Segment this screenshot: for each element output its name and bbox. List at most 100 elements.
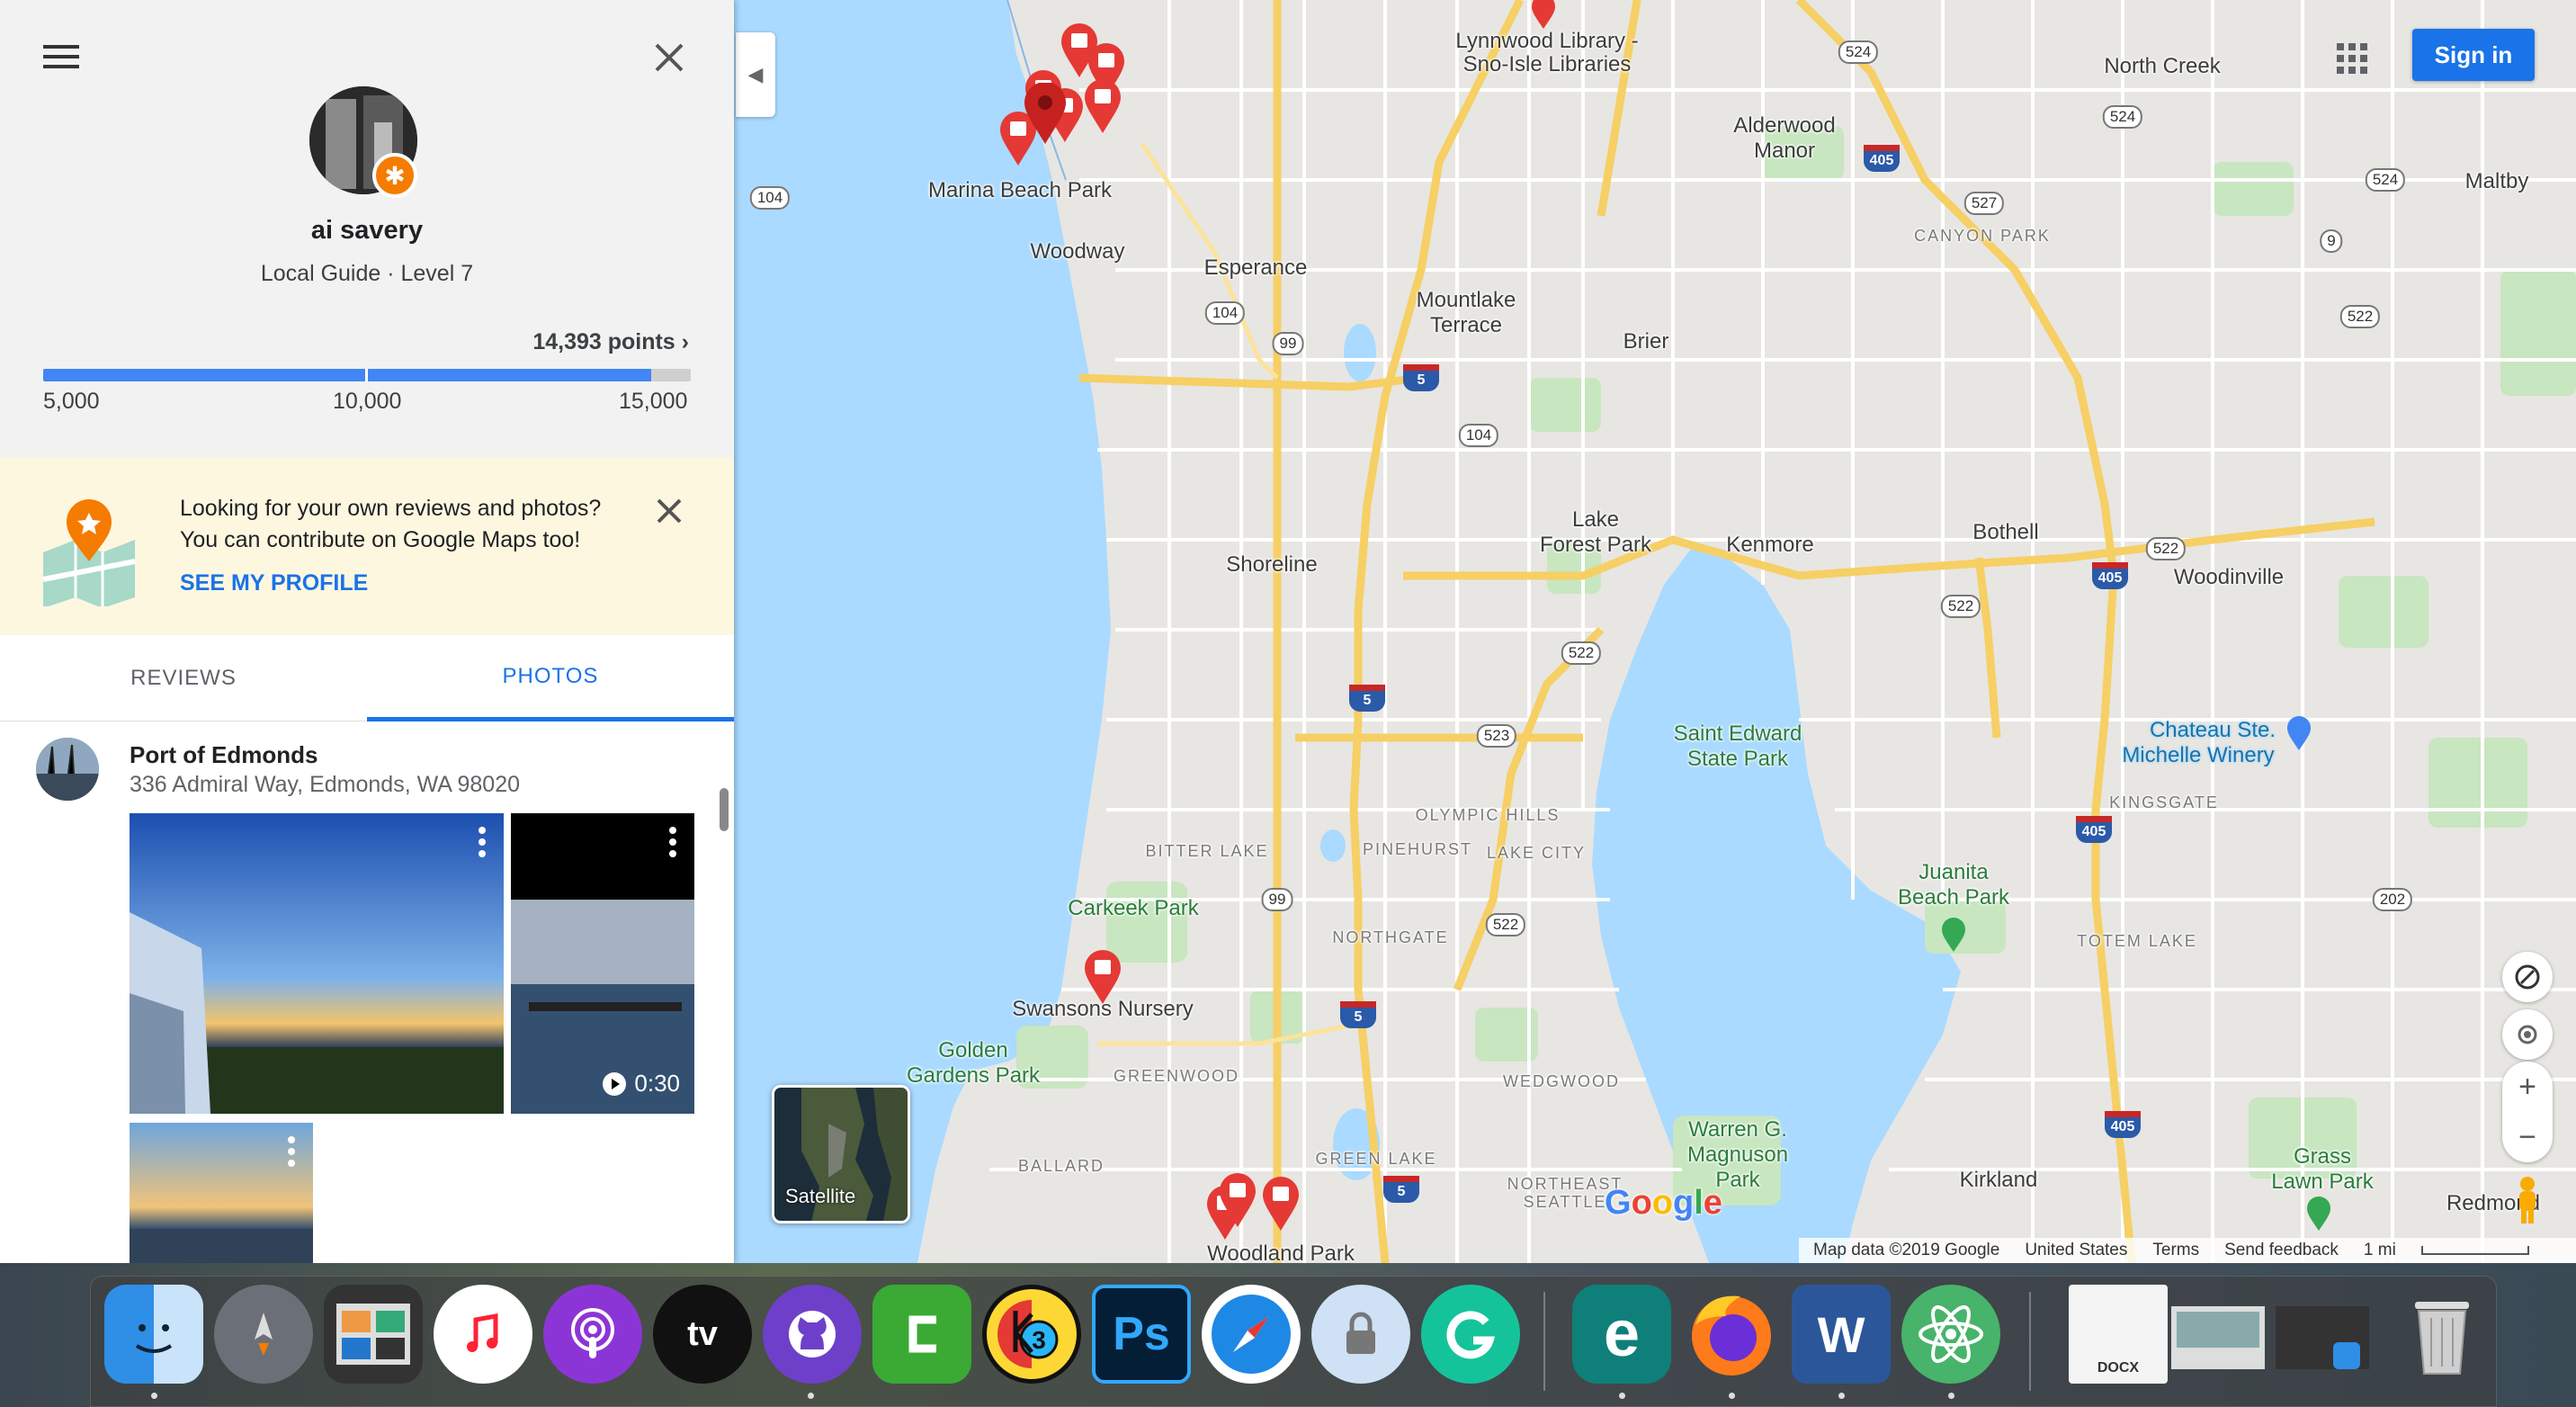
- more-options-icon[interactable]: [286, 1135, 297, 1168]
- more-options-icon[interactable]: [667, 826, 678, 858]
- place-label[interactable]: Saint Edward: [1674, 721, 1802, 747]
- camtasia-icon[interactable]: [872, 1285, 971, 1384]
- scale-label[interactable]: 1 mi: [2364, 1241, 2396, 1260]
- satellite-toggle[interactable]: Satellite: [772, 1085, 910, 1223]
- place-label[interactable]: State Park: [1687, 747, 1788, 772]
- terms-link[interactable]: Terms: [2152, 1241, 2199, 1260]
- place-label[interactable]: Carkeek Park: [1068, 896, 1198, 921]
- tab-photos[interactable]: PHOTOS: [367, 635, 734, 721]
- finder-icon[interactable]: [104, 1285, 203, 1384]
- pegman-icon[interactable]: [2508, 1175, 2547, 1225]
- grammarly-icon[interactable]: [1421, 1285, 1520, 1384]
- place-label[interactable]: Woodland Park: [1207, 1241, 1355, 1263]
- photo-pin-icon[interactable]: [1083, 79, 1123, 135]
- screenshot-icon[interactable]: [2168, 1285, 2375, 1384]
- progress-fill: [43, 369, 652, 381]
- place-label[interactable]: Lynnwood Library -: [1455, 29, 1638, 54]
- place-thumbnail[interactable]: [36, 738, 99, 801]
- place-label[interactable]: Juanita: [1919, 860, 1988, 885]
- launchpad-icon[interactable]: [214, 1285, 313, 1384]
- park-pin-icon[interactable]: [1940, 918, 1967, 954]
- map-pin-illustration-icon: [42, 499, 136, 606]
- place-label[interactable]: Beach Park: [1898, 885, 2009, 910]
- photo-pin-icon[interactable]: [1530, 0, 1557, 31]
- user-level: Local Guide · Level 7: [260, 261, 474, 286]
- scale-bar[interactable]: [2420, 1246, 2529, 1255]
- map-data-attribution[interactable]: Map data ©2019 Google: [1813, 1241, 1999, 1260]
- zoom-out-button[interactable]: −: [2518, 1112, 2536, 1162]
- send-feedback-link[interactable]: Send feedback: [2224, 1241, 2339, 1260]
- place-label[interactable]: Grass: [2294, 1144, 2351, 1170]
- word-icon[interactable]: W: [1792, 1285, 1891, 1384]
- sign-in-button[interactable]: Sign in: [2412, 29, 2535, 81]
- logo-letter: l: [1694, 1184, 1704, 1222]
- place-label[interactable]: Chateau Ste.: [2150, 718, 2276, 743]
- compass-icon[interactable]: [2502, 952, 2553, 1002]
- collapse-panel-button[interactable]: ◀: [736, 32, 775, 117]
- photo-clouds[interactable]: [130, 1123, 313, 1263]
- route-shield: 527: [1963, 192, 2005, 215]
- safari-icon[interactable]: [1202, 1285, 1301, 1384]
- route-shield: 104: [1204, 301, 1246, 325]
- lock-icon[interactable]: [1311, 1285, 1410, 1384]
- route-shield: 99: [1272, 332, 1304, 355]
- place-label: Kirkland: [1959, 1168, 2038, 1192]
- zoom-controls: + −: [2502, 1062, 2553, 1162]
- route-shield: 104: [749, 186, 791, 210]
- country-link[interactable]: United States: [2025, 1241, 2127, 1260]
- document-icon[interactable]: DOCX: [2069, 1285, 2168, 1384]
- photo-pin-icon[interactable]: [1261, 1177, 1301, 1232]
- photoshop-icon[interactable]: Ps: [1092, 1285, 1191, 1384]
- my-location-icon[interactable]: [2502, 1009, 2553, 1060]
- close-icon[interactable]: [651, 40, 687, 76]
- close-icon[interactable]: [651, 493, 687, 529]
- place-label[interactable]: Marina Beach Park: [928, 178, 1112, 203]
- menu-icon[interactable]: [43, 43, 79, 70]
- trash-icon[interactable]: [2393, 1285, 2491, 1384]
- svg-text:3: 3: [1032, 1326, 1046, 1354]
- place-label[interactable]: Michelle Winery: [2122, 743, 2274, 768]
- photo-sunset[interactable]: [130, 813, 504, 1114]
- place-label: Terrace: [1429, 313, 1503, 337]
- park-pin-icon[interactable]: [2305, 1196, 2332, 1232]
- place-name[interactable]: Port of Edmonds: [130, 741, 318, 769]
- route-shield: 99: [1261, 888, 1293, 911]
- logo-letter: o: [1651, 1184, 1673, 1222]
- place-label[interactable]: Gardens Park: [907, 1063, 1040, 1089]
- running-indicator: [1729, 1393, 1735, 1399]
- video-duration: 0:30: [602, 1070, 680, 1098]
- photo-pin-icon[interactable]: [1218, 1173, 1257, 1229]
- place-label[interactable]: Lawn Park: [2271, 1170, 2373, 1195]
- photo-pin-icon[interactable]: [1083, 950, 1123, 1006]
- selected-pin-icon[interactable]: [1023, 83, 1068, 146]
- github-desktop-icon[interactable]: [763, 1285, 862, 1384]
- photo-browser-icon[interactable]: [324, 1285, 423, 1384]
- place-label: Woodway: [1030, 239, 1125, 264]
- place-label: Bothell: [1972, 520, 2039, 544]
- panel-scrollbar[interactable]: [720, 788, 729, 831]
- tab-bar: REVIEWS PHOTOS: [0, 635, 734, 721]
- firefox-icon[interactable]: [1682, 1285, 1781, 1384]
- podcasts-icon[interactable]: [543, 1285, 642, 1384]
- more-options-icon[interactable]: [477, 826, 487, 858]
- itunes-icon[interactable]: [434, 1285, 532, 1384]
- atom-icon[interactable]: [1901, 1285, 2000, 1384]
- eset-icon[interactable]: e: [1572, 1285, 1671, 1384]
- place-pin-icon[interactable]: [2285, 716, 2312, 752]
- place-label[interactable]: Golden: [938, 1038, 1007, 1063]
- logo-letter: g: [1673, 1184, 1695, 1222]
- apps-icon[interactable]: [2331, 38, 2373, 79]
- neighborhood-label: KINGSGATE: [2109, 793, 2219, 811]
- place-label[interactable]: Sno-Isle Libraries: [1463, 52, 1632, 77]
- photo-video[interactable]: 0:30: [511, 813, 694, 1114]
- points-link[interactable]: 14,393 points ›: [532, 329, 689, 355]
- see-my-profile-link[interactable]: SEE MY PROFILE: [180, 570, 368, 596]
- k3-icon[interactable]: 3: [982, 1285, 1081, 1384]
- place-label[interactable]: Magnuson: [1687, 1143, 1788, 1168]
- place-label[interactable]: Warren G.: [1688, 1117, 1787, 1143]
- tab-reviews[interactable]: REVIEWS: [0, 635, 367, 721]
- place-label: Alderwood: [1733, 113, 1836, 138]
- apple-tv-icon[interactable]: tv: [653, 1285, 752, 1384]
- zoom-in-button[interactable]: +: [2518, 1062, 2536, 1112]
- running-indicator: [1838, 1393, 1845, 1399]
